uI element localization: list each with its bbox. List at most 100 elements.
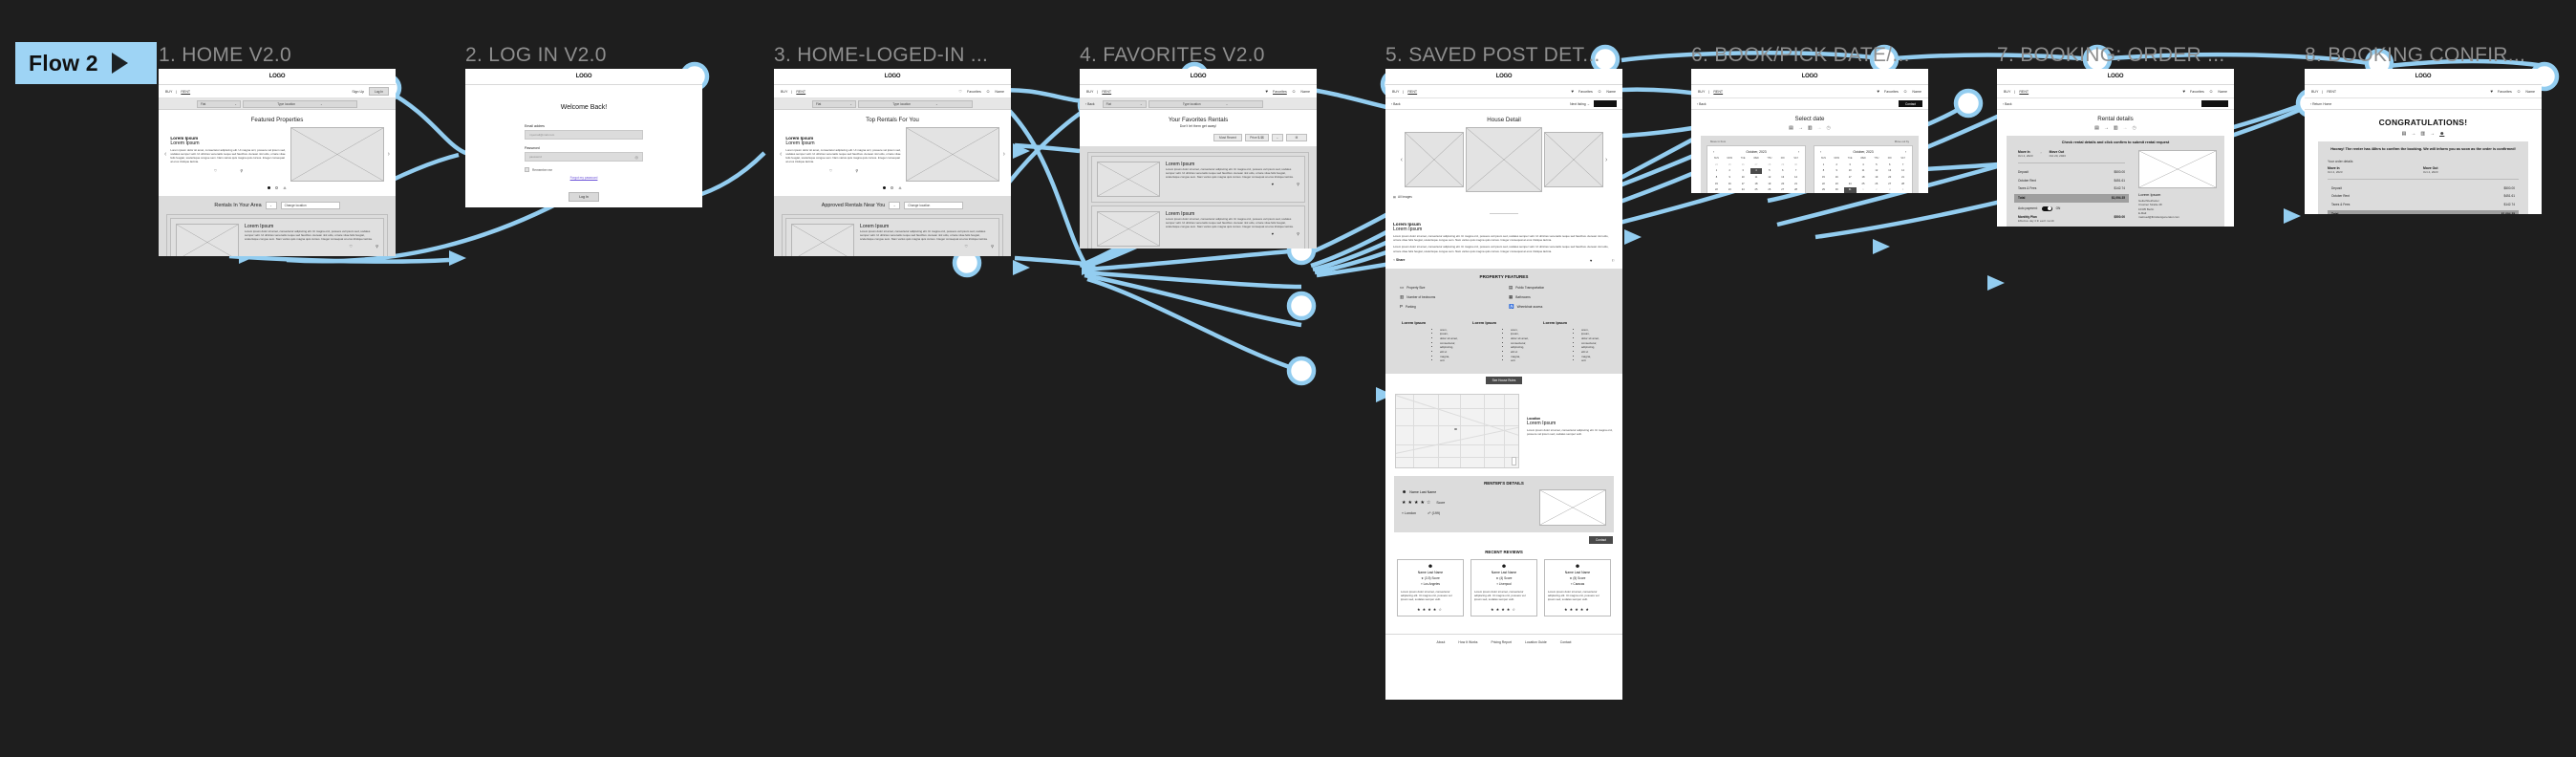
nav-buy[interactable]: BUY — [2311, 90, 2318, 94]
calendar-selected-day[interactable]: 4 — [1750, 168, 1763, 174]
property-type-select[interactable]: Flat ⌄ — [812, 99, 856, 108]
favorites-link[interactable]: Favorites — [1884, 90, 1899, 94]
share-icon[interactable]: ⚲ — [855, 168, 858, 173]
footer-link-how-it-works[interactable]: How It Works — [1458, 640, 1477, 644]
calendar-grid[interactable]: SUN MON TUE WED THU FRI SAT 1234567 8 9 10… — [1817, 156, 1909, 193]
footer-link-contact[interactable]: Contact — [1560, 640, 1572, 644]
share-icon[interactable]: ⚲ — [240, 168, 243, 173]
nav-rent[interactable]: RENT — [1713, 90, 1723, 94]
gallery-next-button[interactable]: › — [1605, 157, 1607, 163]
favorites-link[interactable]: Favorites — [2498, 90, 2512, 94]
calendar-move-out[interactable]: ‹ October, 2023 › SUN MON TUE WED THU FR… — [1814, 145, 1913, 193]
password-field[interactable]: password ◎ — [525, 152, 643, 162]
nav-rent[interactable]: RENT — [796, 90, 805, 94]
frame-book-pick-date[interactable]: 6. BOOK/PICK DATE/... LOGO BUY | RENT ♥ … — [1691, 44, 1928, 193]
footer-link-about[interactable]: About — [1437, 640, 1446, 644]
next-listing-button[interactable]: Next listing → — [1570, 102, 1590, 106]
account-name[interactable]: Name — [1300, 90, 1310, 94]
carousel-dot-active[interactable] — [883, 186, 886, 189]
change-location-input[interactable]: Change location — [904, 202, 964, 209]
calendar-move-in[interactable]: ‹ October, 2023 › SUN MON TUE WED THU FR… — [1707, 145, 1806, 193]
carousel-prev-button[interactable]: ‹ — [164, 151, 166, 158]
nav-rent[interactable]: RENT — [1407, 90, 1417, 94]
back-button[interactable]: ‹ Back — [1391, 102, 1401, 106]
heart-icon-filled[interactable]: ♥ — [2490, 89, 2493, 94]
carousel-dot[interactable] — [891, 186, 893, 189]
nav-buy[interactable]: BUY — [1086, 90, 1093, 94]
frame-login-v2[interactable]: 2. LOG IN V2.0 LOGO Welcome Back! Email … — [465, 44, 702, 207]
share-icon[interactable]: ⚲ — [1297, 231, 1299, 236]
flag-icon[interactable]: ⚐ — [1611, 258, 1615, 263]
carousel-prev-button[interactable]: ‹ — [780, 151, 782, 158]
property-type-select[interactable]: Flat ⌄ — [1102, 99, 1147, 108]
carousel-dot[interactable] — [283, 186, 287, 189]
favorite-list-item[interactable]: Lorem Ipsum Lorem ipsum dolor sit amet, … — [1091, 156, 1305, 203]
gallery-prev-button[interactable]: ‹ — [1401, 157, 1403, 163]
chevron-down-icon[interactable]: ⌄ — [889, 202, 901, 209]
heart-icon[interactable]: ♡ — [214, 168, 218, 173]
share-icon[interactable]: ⚲ — [376, 244, 378, 249]
favorites-link[interactable]: Favorites — [2190, 90, 2204, 94]
share-button[interactable]: ⌁ Share — [1393, 258, 1405, 262]
nav-rent[interactable]: RENT — [181, 90, 190, 94]
contact-button[interactable] — [2201, 100, 2228, 107]
frame-booking-confirmation[interactable]: 8. BOOKING CONFIR... LOGO BUY | RENT ♥ F… — [2305, 44, 2542, 214]
carousel-dots[interactable] — [774, 186, 1011, 189]
footer-link-pricing-report[interactable]: Pricing Report — [1492, 640, 1512, 644]
heart-icon-filled[interactable]: ♥ — [1265, 89, 1268, 94]
share-icon[interactable]: ⚲ — [991, 244, 994, 249]
avatar[interactable]: ☺ — [1598, 89, 1602, 94]
calendar-prev-button[interactable]: ‹ — [1713, 150, 1714, 154]
email-field[interactable]: myemail@mail.com — [525, 130, 643, 140]
back-button[interactable]: ‹ Back — [2003, 102, 2012, 106]
rental-list-item[interactable]: Lorem Ipsum Lorem ipsum dolor sit amet, … — [170, 218, 384, 256]
filter-most-recent[interactable]: Most Recent — [1213, 134, 1242, 141]
avatar[interactable]: ☺ — [2517, 89, 2522, 94]
signup-link[interactable]: Sign Up — [352, 90, 364, 94]
nav-buy[interactable]: BUY — [2004, 90, 2010, 94]
heart-icon-filled[interactable]: ♥ — [1272, 231, 1274, 236]
account-name[interactable]: Name — [1606, 90, 1616, 94]
heart-icon[interactable]: ♡ — [964, 244, 968, 249]
chevron-down-icon[interactable]: ⌄ — [1272, 134, 1283, 141]
account-name[interactable]: Name — [1912, 90, 1921, 94]
share-icon[interactable]: ⚲ — [1297, 182, 1299, 186]
heart-icon-filled[interactable]: ♥ — [1272, 182, 1274, 186]
login-button[interactable]: Log In — [369, 87, 389, 96]
nav-buy[interactable]: BUY — [165, 90, 172, 94]
frame-saved-post-detail[interactable]: 5. SAVED POST DET... LOGO BUY | RENT ♥ F… — [1385, 44, 1622, 700]
heart-icon-filled[interactable]: ♥ — [1590, 258, 1592, 263]
property-type-select[interactable]: Flat ⌄ — [197, 99, 241, 108]
heart-icon-filled[interactable]: ♥ — [1877, 89, 1879, 94]
account-name[interactable]: Name — [995, 90, 1004, 94]
favorites-link[interactable]: Favorites — [1578, 90, 1593, 94]
frame-favorites-v2[interactable]: 4. FAVORITES V2.0 LOGO BUY | RENT ♥ Favo… — [1080, 44, 1317, 249]
calendar-prev-button[interactable]: ‹ — [1820, 150, 1821, 154]
calendar-selected-day[interactable]: 31 — [1843, 186, 1857, 193]
heart-icon[interactable]: ♡ — [958, 89, 962, 94]
contact-button[interactable]: Contact — [1899, 100, 1922, 107]
all-images-link[interactable]: All Images — [1398, 195, 1412, 199]
heart-icon-filled[interactable]: ♥ — [1571, 89, 1574, 94]
location-input[interactable]: Type location ⌄ — [1148, 99, 1263, 108]
heart-icon[interactable]: ♡ — [829, 168, 833, 173]
filter-price[interactable]: Price $-$$ — [1245, 134, 1269, 141]
nav-rent[interactable]: RENT — [2019, 90, 2029, 94]
location-input[interactable]: Type location ⌄ — [858, 99, 973, 108]
account-name[interactable]: Name — [2525, 90, 2535, 94]
nav-rent[interactable]: RENT — [2327, 90, 2336, 94]
autopay-toggle[interactable] — [2041, 205, 2052, 211]
heart-icon-filled[interactable]: ♥ — [2182, 89, 2185, 94]
carousel-dot-active[interactable] — [268, 186, 270, 189]
carousel-next-button[interactable]: › — [388, 151, 390, 158]
filter-more[interactable]: M — [1286, 134, 1307, 141]
carousel-dot[interactable] — [898, 186, 902, 189]
frame-home-logged-in[interactable]: 3. HOME-LOGED-IN ... LOGO BUY | RENT ♡ F… — [774, 44, 1011, 256]
calendar-next-button[interactable]: › — [1905, 150, 1906, 154]
frame-home-v2[interactable]: 1. HOME V2.0 LOGO BUY | RENT Sign Up Log… — [159, 44, 396, 256]
account-name[interactable]: Name — [2218, 90, 2227, 94]
carousel-dots[interactable] — [159, 186, 396, 189]
calendar-next-button[interactable]: › — [1798, 150, 1799, 154]
carousel-next-button[interactable]: › — [1003, 151, 1005, 158]
back-button[interactable]: ‹ Back — [1085, 102, 1095, 106]
